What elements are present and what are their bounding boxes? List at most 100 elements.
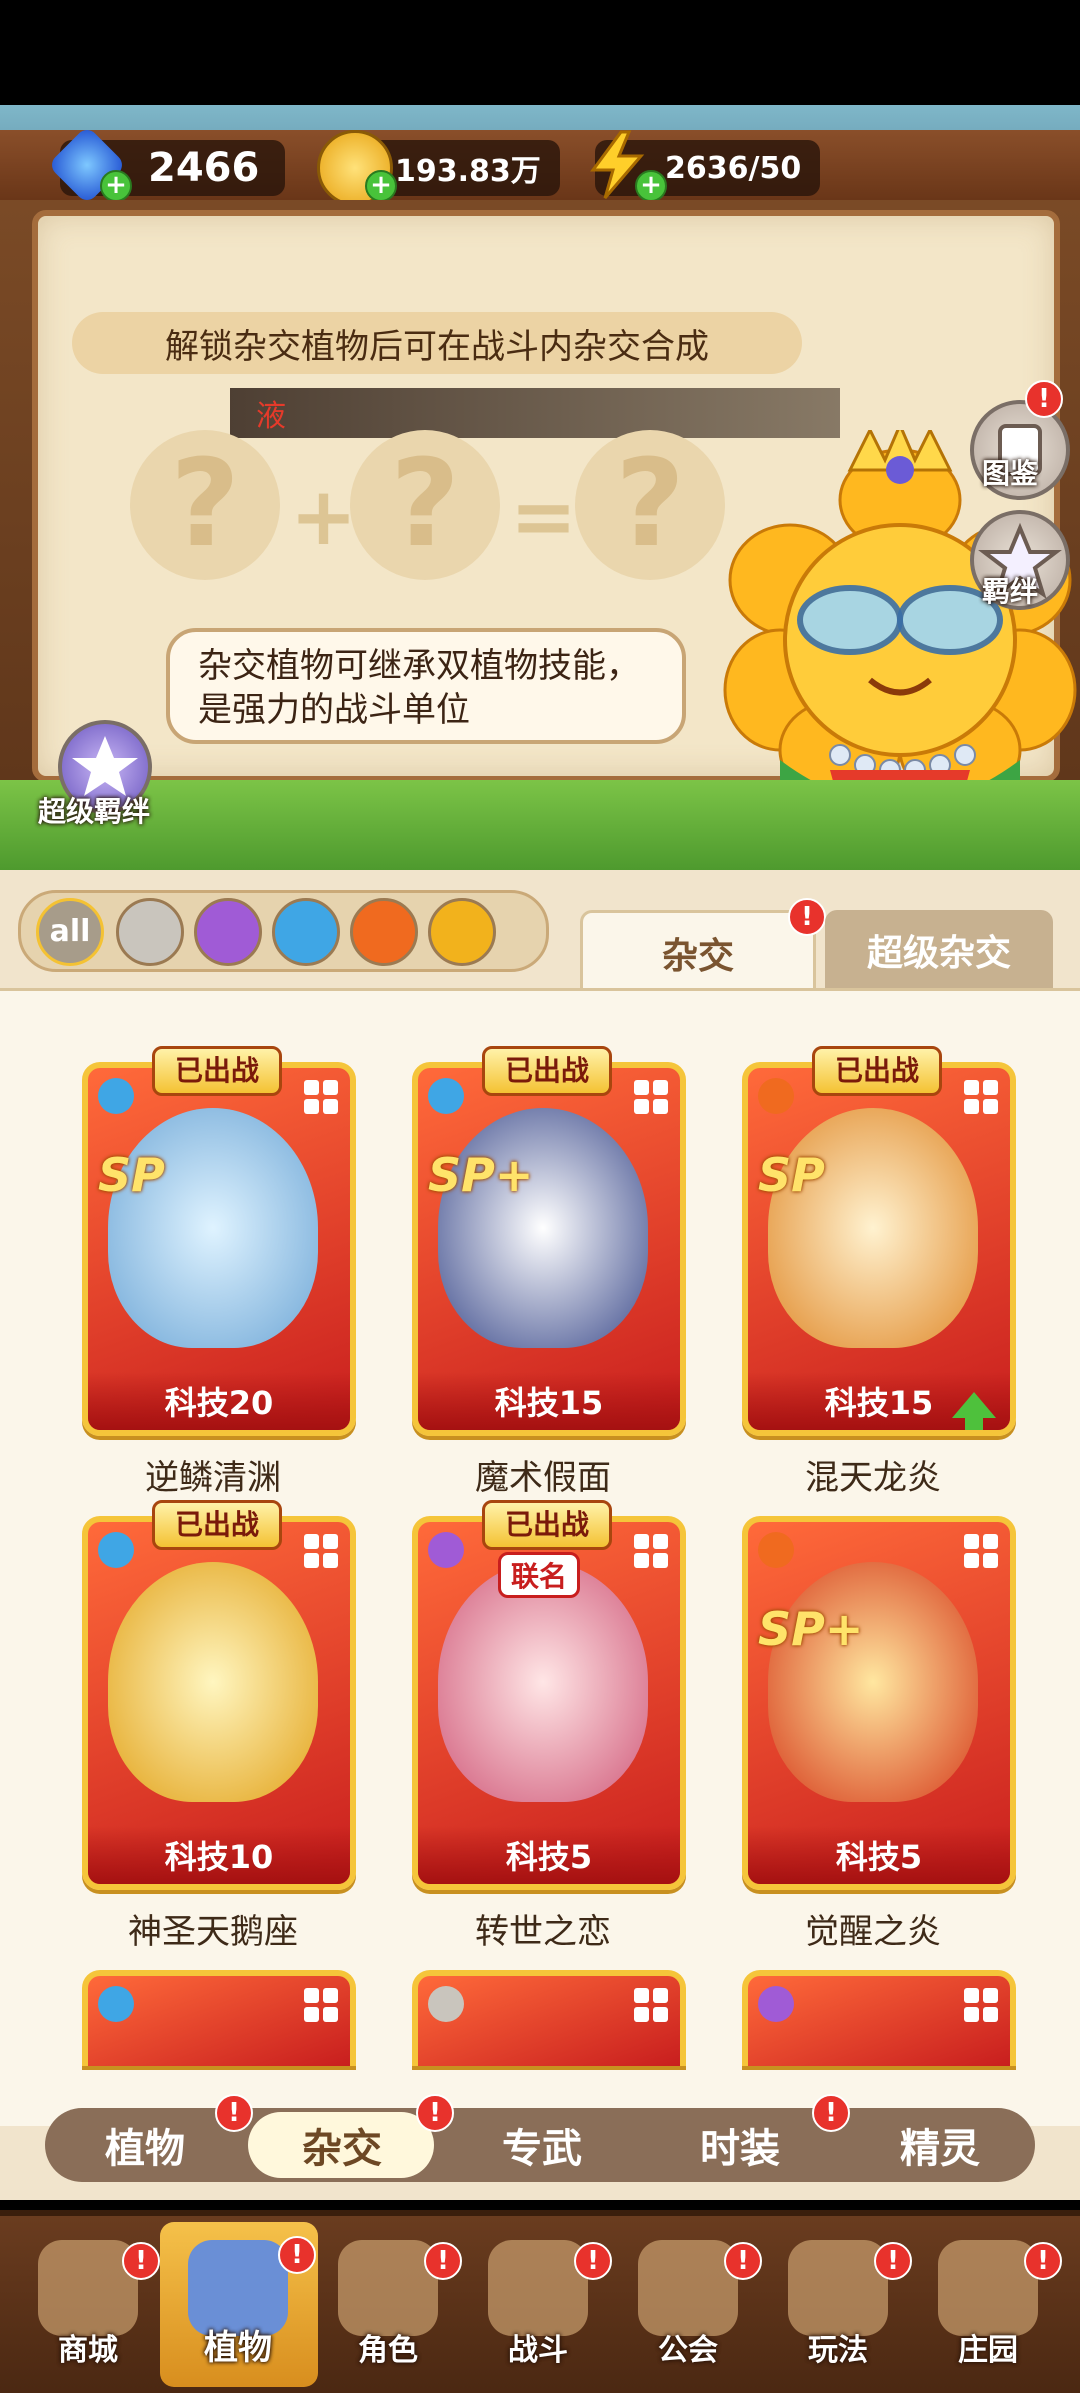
- card[interactable]: 科技10: [82, 1516, 356, 1890]
- slot-two: ?: [350, 430, 500, 580]
- grid-icon: [634, 1080, 668, 1114]
- card[interactable]: SP+ 科技15: [412, 1062, 686, 1436]
- energy-value: 2636/50: [665, 150, 802, 186]
- guild-icon: [638, 2240, 738, 2336]
- card-art: [108, 1562, 318, 1802]
- card-name: 魔术假面: [475, 1458, 611, 1498]
- card-art: [768, 1108, 978, 1348]
- sub-tab-hybrid[interactable]: 杂交: [262, 2108, 422, 2182]
- card-name: 觉醒之炎: [805, 1912, 941, 1952]
- deployed-badge: 已出战: [812, 1046, 942, 1096]
- gems-value: 2466: [148, 145, 260, 191]
- nav-manor-badge: !: [1024, 2242, 1062, 2280]
- card-art: [438, 1562, 648, 1802]
- potion-icon: [428, 1532, 464, 1568]
- nav-character-badge: !: [424, 2242, 462, 2280]
- card-name: 神圣天鹅座: [128, 1912, 298, 1952]
- nav-battle-badge: !: [574, 2242, 612, 2280]
- character-icon: [338, 2240, 438, 2336]
- grid-icon: [304, 1080, 338, 1114]
- card[interactable]: SP 科技15: [742, 1062, 1016, 1436]
- tab-hybrid[interactable]: 杂交: [580, 910, 816, 993]
- nav-battle-label: 战斗: [508, 2333, 568, 2368]
- nav-plants-badge: !: [278, 2236, 316, 2274]
- grid-icon: [634, 1988, 668, 2022]
- card-name: 逆鳞清渊: [145, 1458, 281, 1498]
- gems-counter[interactable]: + 2466: [47, 125, 285, 205]
- sub-tab-hybrid-badge: !: [416, 2094, 454, 2132]
- fire-icon: [758, 1532, 794, 1568]
- nav-shop-label: 商城: [58, 2333, 118, 2368]
- result-slot: ?: [575, 430, 725, 580]
- grid-icon: [304, 1534, 338, 1568]
- upgrade-arrow-icon: [952, 1392, 996, 1430]
- card-art: [768, 1562, 978, 1802]
- nav-character-label: 角色: [358, 2333, 418, 2368]
- encyclopedia-badge: !: [1025, 380, 1063, 418]
- tab-super-hybrid[interactable]: 超级杂交: [825, 910, 1053, 990]
- deployed-badge: 已出战: [482, 1500, 612, 1550]
- card[interactable]: 联名 科技5: [412, 1516, 686, 1890]
- sub-tab-spirit[interactable]: 精灵: [860, 2108, 1020, 2182]
- water-drop-icon: [98, 1986, 134, 2022]
- coins-value: 193.83万: [395, 154, 541, 189]
- sword-icon[interactable]: [116, 898, 184, 966]
- card-name: 转世之恋: [475, 1912, 611, 1952]
- tech-level: 科技10: [88, 1826, 350, 1884]
- rarity-tag: SP+: [428, 1148, 534, 1202]
- speech-bubble: 杂交植物可继承双植物技能，是强力的战斗单位: [166, 628, 686, 744]
- tech-level: 科技15: [418, 1372, 680, 1430]
- add-coins-icon[interactable]: +: [365, 170, 397, 202]
- add-energy-icon[interactable]: +: [635, 170, 667, 202]
- water-drop-icon[interactable]: [272, 898, 340, 966]
- collab-tag: 联名: [498, 1552, 581, 1598]
- lightning-filter-icon[interactable]: [428, 898, 496, 966]
- tech-level: 科技5: [748, 1826, 1010, 1884]
- sub-tab-plants[interactable]: 植物: [65, 2108, 225, 2182]
- grid-icon: [964, 1080, 998, 1114]
- nav-guild-badge: !: [724, 2242, 762, 2280]
- bond-label: 羁绊: [982, 575, 1039, 608]
- super-bond-label: 超级羁绊: [38, 795, 151, 828]
- sub-tab-weapon[interactable]: 专武: [462, 2108, 622, 2182]
- status-bar: [0, 0, 1080, 105]
- card-partial[interactable]: [82, 1970, 356, 2066]
- coins-counter[interactable]: + 193.83万: [317, 130, 560, 206]
- card-art: [108, 1108, 318, 1348]
- sub-tab-costume[interactable]: 时装: [660, 2108, 820, 2182]
- nav-shop-badge: !: [122, 2242, 160, 2280]
- deployed-badge: 已出战: [152, 1500, 282, 1550]
- filter-all[interactable]: all: [36, 898, 104, 966]
- nav-guild-label: 公会: [658, 2333, 718, 2368]
- rarity-tag: SP: [758, 1148, 825, 1202]
- fire-icon: [758, 1078, 794, 1114]
- encyclopedia-label: 图鉴: [982, 457, 1039, 490]
- nav-manor-label: 庄园: [958, 2333, 1018, 2368]
- card-art: [438, 1108, 648, 1348]
- potion-icon: [758, 1986, 794, 2022]
- rarity-tag: SP: [98, 1148, 165, 1202]
- deployed-badge: 已出战: [482, 1046, 612, 1096]
- card-partial[interactable]: [742, 1970, 1016, 2066]
- slot-one: ?: [130, 430, 280, 580]
- grid-icon: [634, 1534, 668, 1568]
- sub-tab-costume-badge: !: [812, 2094, 850, 2132]
- gameplay-icon: [788, 2240, 888, 2336]
- sword-icon: [428, 1986, 464, 2022]
- nav-gameplay-badge: !: [874, 2242, 912, 2280]
- potion-icon[interactable]: [194, 898, 262, 966]
- fire-icon[interactable]: [350, 898, 418, 966]
- add-gems-icon[interactable]: +: [100, 170, 132, 202]
- tech-level: 科技20: [88, 1372, 350, 1430]
- grid-icon: [964, 1988, 998, 2022]
- plus-sign: +: [290, 470, 358, 563]
- battle-icon: [488, 2240, 588, 2336]
- grass-strip: [0, 780, 1080, 870]
- hint-bar: 解锁杂交植物后可在战斗内杂交合成: [72, 312, 802, 374]
- nav-plants-label: 植物: [204, 2328, 272, 2368]
- card[interactable]: SP+ 科技5: [742, 1516, 1016, 1890]
- energy-counter[interactable]: + 2636/50: [590, 130, 820, 202]
- card-partial[interactable]: [412, 1970, 686, 2066]
- card[interactable]: SP 科技20: [82, 1062, 356, 1436]
- grid-icon: [304, 1988, 338, 2022]
